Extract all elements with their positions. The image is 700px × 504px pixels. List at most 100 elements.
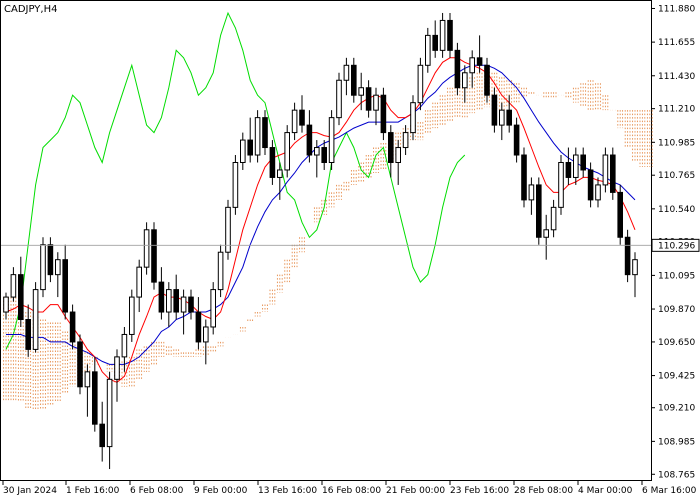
candle-body-bearish [247,139,253,156]
candle [217,244,224,298]
candle-body-bullish [425,34,431,66]
candle [210,282,216,335]
candle [536,177,542,245]
candle-body-bearish [610,154,616,193]
x-tick-label: 9 Feb 00:00 [194,486,248,496]
candle [254,110,261,163]
y-tick-label: 110.765 [658,171,695,181]
candle-body-bullish [328,117,335,163]
candle [328,110,335,170]
candle-body-bullish [114,356,120,380]
candle-body-bullish [10,274,17,298]
x-tick-label: 6 Feb 08:00 [130,486,184,496]
candle-body-bearish [47,244,54,276]
y-tick-label: 111.430 [658,72,695,82]
candle-body-bullish [550,206,557,231]
candle-body-bullish [462,72,468,89]
candle-body-bearish [521,154,527,201]
candle-body-bearish [321,147,327,163]
candle-body-bullish [573,154,579,178]
candle [610,147,616,200]
candle-body-bullish [336,79,342,119]
candle [417,57,424,111]
candle-body-bullish [558,161,564,208]
candle-body-bullish [3,296,9,313]
candle-body-bullish [469,57,475,74]
candle-body-bullish [314,147,320,156]
y-tick-label: 109.870 [658,305,695,315]
plot-frame [0,0,652,481]
candle-body-bearish [484,64,490,96]
candle [232,155,239,215]
candle [77,334,83,395]
chart-root: 111.880 111.655 111.430 111.210 110.985 110.7… [0,0,700,500]
candle-body-bullish [106,378,113,448]
x-tick-label: 4 Mar 00:00 [578,486,633,496]
candle-body-bearish [491,94,498,126]
y-tick-label: 109.650 [658,338,695,348]
candle-body-bullish [84,371,91,388]
candle-body-bearish [269,147,276,178]
current-price-label: 110.296 [658,241,695,251]
candle [521,147,527,208]
candle-body-bullish [180,296,187,313]
y-tick-label: 109.425 [658,372,695,382]
candle-body-bullish [632,259,638,276]
candle-body-bearish [454,49,461,89]
candle-body-bearish [173,289,179,313]
candle [380,87,387,141]
candle [336,72,342,126]
y-tick-label: 111.655 [658,38,695,48]
candle-body-bullish [395,147,401,163]
y-tick-label: 109.210 [658,404,695,414]
x-tick-label: 23 Feb 16:00 [450,486,509,496]
candle [129,289,135,342]
candle-body-bearish [299,109,305,126]
candle-body-bullish [291,109,298,134]
candle-body-bearish [188,296,194,313]
x-tick-label: 30 Jan 2024 [3,486,57,496]
x-tick-label: 28 Feb 08:00 [514,486,573,496]
candle-body-bearish [77,341,83,388]
candle-body-bearish [351,64,357,96]
candle [40,237,46,298]
candle-body-bullish [166,289,172,313]
candle-body-bullish [203,326,209,343]
y-tick-label: 108.765 [658,470,695,480]
candle-body-bullish [136,266,142,298]
candle-body-bearish [380,94,387,134]
candle-body-bullish [417,64,424,104]
candle [624,229,631,283]
x-tick-label: 21 Feb 00:00 [386,486,445,496]
candle-body-bearish [476,57,483,66]
candle [225,199,231,260]
candlestick-chart: 111.880 111.655 111.430 111.210 110.985 110.7… [0,0,700,496]
candle [454,42,461,96]
y-tick-label: 110.985 [658,138,695,148]
candle-body-bullish [277,169,283,178]
candle-body-bullish [32,289,39,350]
candle-body-bearish [513,124,520,156]
candle-body-bullish [439,19,446,51]
candle-body-bearish [587,169,594,201]
candle-body-bullish [143,229,150,268]
y-tick-label: 111.210 [658,105,695,115]
candle-body-bullish [217,251,224,291]
candle-body-bearish [306,124,313,156]
y-tick-label: 110.540 [658,205,695,215]
candle-body-bullish [528,184,535,201]
candle-body-bearish [617,191,624,238]
candle-body-bullish [121,333,128,358]
chart-title: CADJPY,H4 [4,4,58,15]
candle-body-bearish [432,34,438,51]
y-tick-label: 110.095 [658,271,695,281]
x-tick-label: 6 Mar 16:00 [642,486,697,496]
candle-body-bearish [158,281,165,313]
candle-body-bullish [602,154,609,186]
candle-body-bearish [365,87,372,111]
y-tick-label: 108.985 [658,437,695,447]
candle-body-bullish [595,184,601,201]
candle-body-bearish [536,184,542,238]
candle-body-bearish [18,274,24,321]
candle-body-bearish [447,19,453,51]
